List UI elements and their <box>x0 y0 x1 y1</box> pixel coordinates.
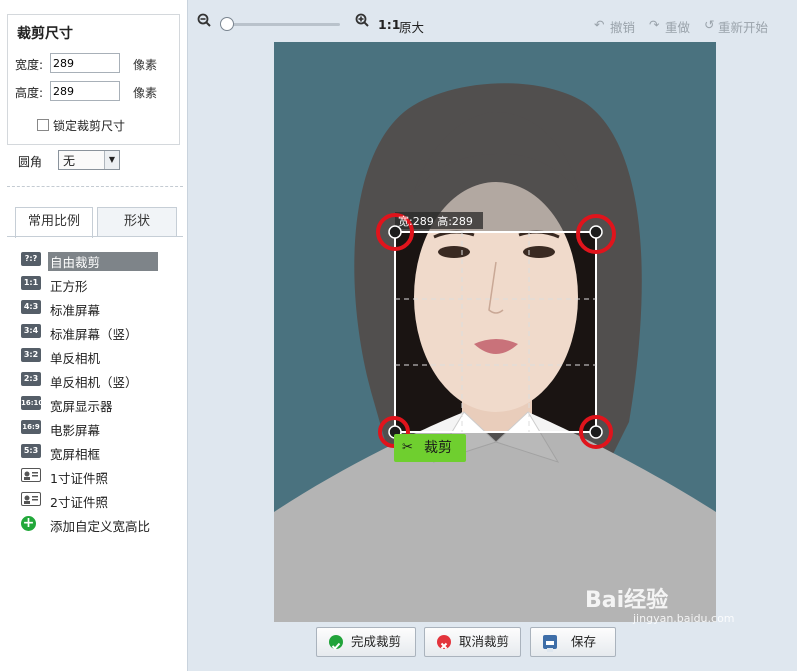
tab-underline <box>7 236 183 237</box>
ratio-icon: 3:4 <box>21 324 41 338</box>
ratio-label: 电影屏幕 <box>50 423 101 438</box>
ratio-label: 单反相机（竖） <box>50 375 138 390</box>
ratio-label: 标准屏幕 <box>50 303 101 318</box>
crop-button[interactable]: ✂ 裁剪 <box>394 434 466 462</box>
done-crop-label: 完成裁剪 <box>351 634 402 649</box>
height-input[interactable] <box>50 81 120 101</box>
toolbar: 1:1 原大 ↶ 撤销 ↷ 重做 ↺ 重新开始 <box>188 0 797 42</box>
redo-button[interactable]: 重做 <box>665 17 690 36</box>
divider <box>7 186 183 187</box>
id-card-icon <box>21 468 41 482</box>
corner-label: 圆角 <box>18 155 43 169</box>
zoom-out-icon[interactable] <box>197 13 211 27</box>
ratio-label: 宽屏显示器 <box>50 399 113 414</box>
cancel-crop-button[interactable]: 取消裁剪 <box>424 627 521 657</box>
zoom-1to1-button[interactable]: 1:1 <box>378 17 400 32</box>
ratio-label: 2寸证件照 <box>50 495 108 510</box>
ratio-icon: 5:3 <box>21 444 41 458</box>
check-icon <box>329 635 343 650</box>
ratio-label: 添加自定义宽高比 <box>50 519 151 534</box>
ratio-label: 宽屏相框 <box>50 447 101 462</box>
corner-row: 圆角 无 ▼ <box>18 150 120 170</box>
tab-shape[interactable]: 形状 <box>97 207 177 236</box>
watermark-url: jingyan.baidu.com <box>633 612 735 625</box>
ratio-label: 标准屏幕（竖） <box>50 327 138 342</box>
corner-select[interactable]: 无 ▼ <box>58 150 120 170</box>
width-label: 宽度: <box>15 58 44 72</box>
ratio-label: 1寸证件照 <box>50 471 108 486</box>
crop-button-label: 裁剪 <box>424 440 452 456</box>
restart-icon: ↺ <box>704 17 715 32</box>
save-button[interactable]: 保存 <box>530 627 616 657</box>
zoom-in-icon[interactable] <box>355 13 369 27</box>
left-panel: 裁剪尺寸 宽度: 像素 高度: 像素 锁定裁剪尺寸 圆角 无 ▼ 常用比例 形状… <box>0 0 188 671</box>
crop-size-label: 宽:289 高:289 <box>398 215 473 228</box>
baidu-watermark-logo: Bai经验 jingyan.baidu.com <box>585 582 735 625</box>
photo: 宽:289 高:289 ✂ 裁剪 <box>274 42 716 622</box>
tab-common-ratio-label: 常用比例 <box>27 214 80 229</box>
zoom-slider-knob[interactable] <box>220 17 234 31</box>
corner-value: 无 <box>63 154 76 168</box>
ratio-icon: 4:3 <box>21 300 41 314</box>
ratio-label: 单反相机 <box>50 351 101 366</box>
portrait-image <box>274 42 716 622</box>
crop-size-box: 裁剪尺寸 宽度: 像素 高度: 像素 锁定裁剪尺寸 <box>7 14 180 145</box>
crop-size-title: 裁剪尺寸 <box>17 26 73 42</box>
original-size-button[interactable]: 原大 <box>399 17 424 36</box>
close-icon <box>437 635 451 650</box>
lock-label: 锁定裁剪尺寸 <box>53 119 126 133</box>
checkbox-box[interactable] <box>37 119 49 131</box>
ratio-label: 自由裁剪 <box>48 252 158 271</box>
restart-button[interactable]: 重新开始 <box>718 17 768 36</box>
width-unit: 像素 <box>133 58 158 72</box>
tab-shape-label: 形状 <box>123 214 150 229</box>
undo-icon: ↶ <box>594 17 605 32</box>
watermark-text: Bai经验 <box>585 588 669 613</box>
undo-button[interactable]: 撤销 <box>610 17 635 36</box>
tab-common-ratio[interactable]: 常用比例 <box>15 207 93 238</box>
width-input[interactable] <box>50 53 120 73</box>
ratio-icon: 3:2 <box>21 348 41 362</box>
done-crop-button[interactable]: 完成裁剪 <box>316 627 416 657</box>
redo-icon: ↷ <box>649 17 660 32</box>
floppy-disk-icon <box>543 635 557 652</box>
scissors-icon: ✂ <box>402 440 413 455</box>
lock-crop-size-checkbox[interactable]: 锁定裁剪尺寸 <box>37 117 125 134</box>
ratio-icon: 1:1 <box>21 276 41 290</box>
ratio-icon: ?:? <box>21 252 41 266</box>
height-label: 高度: <box>15 86 44 100</box>
ratio-icon: 16:10 <box>21 396 43 410</box>
ratio-icon: 2:3 <box>21 372 41 386</box>
plus-icon: + <box>21 515 36 531</box>
height-unit: 像素 <box>133 86 158 100</box>
ratio-label: 正方形 <box>50 279 88 294</box>
id-card-icon <box>21 492 41 506</box>
zoom-slider[interactable] <box>225 23 340 26</box>
save-label: 保存 <box>571 634 597 649</box>
ratio-icon: 16:9 <box>21 420 41 434</box>
chevron-down-icon[interactable]: ▼ <box>104 151 119 169</box>
cancel-crop-label: 取消裁剪 <box>459 634 510 649</box>
